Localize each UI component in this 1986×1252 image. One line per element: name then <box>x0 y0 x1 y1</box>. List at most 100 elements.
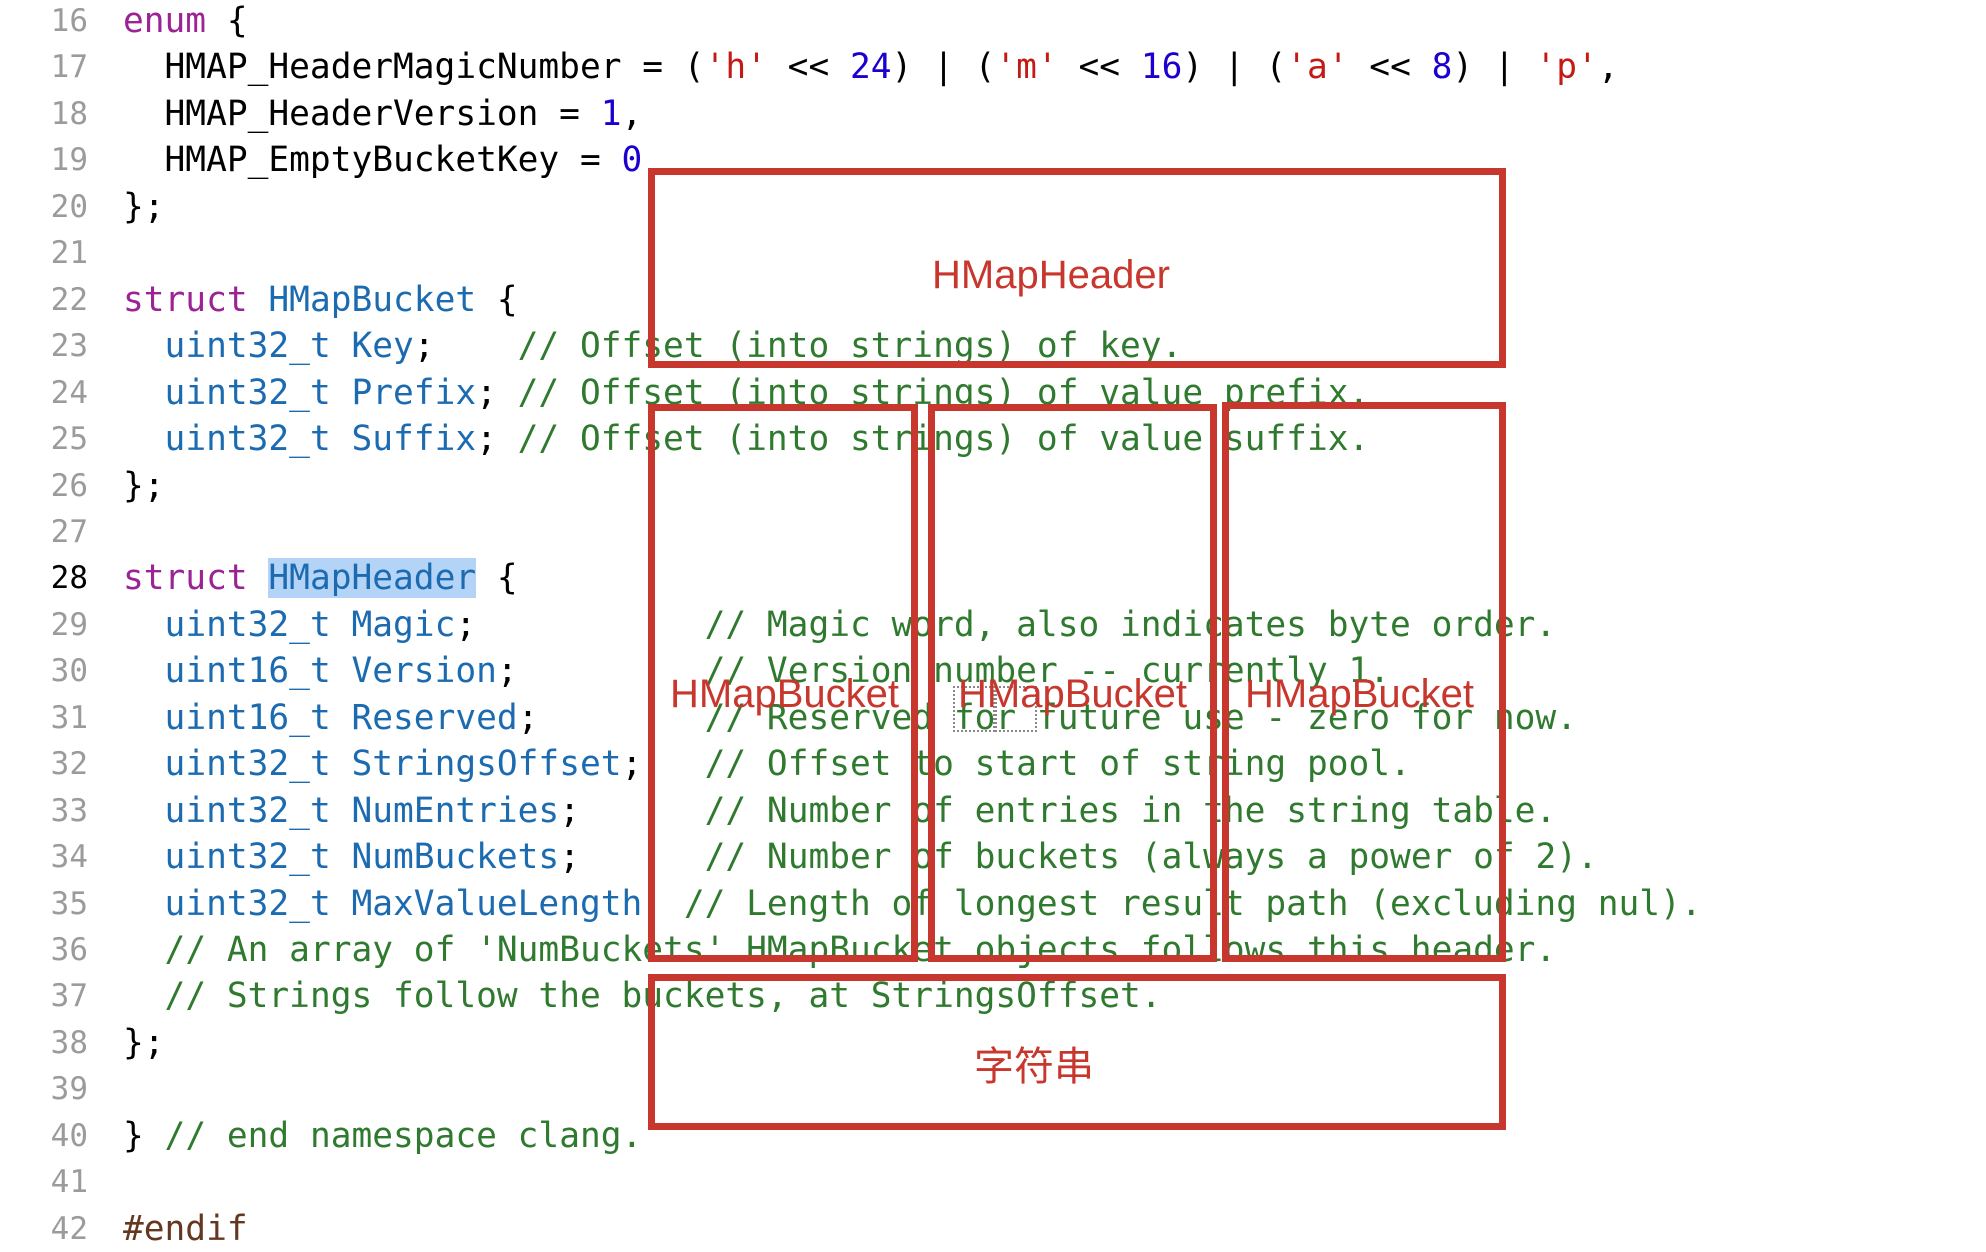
code-line[interactable]: 17 HMAP_HeaderMagicNumber = ('h' << 24) … <box>0 44 1986 90</box>
line-number: 33 <box>50 792 88 829</box>
code-line[interactable]: 42 #endif <box>0 1206 1986 1252</box>
code-token: ) | ( <box>1182 47 1287 88</box>
code-token: << <box>766 47 850 88</box>
code-token: HMAP_HeaderVersion = <box>123 93 601 134</box>
line-number: 28 <box>50 560 88 597</box>
code-token: uint32_t Key <box>164 326 414 367</box>
code-text[interactable]: } // end namespace clang. <box>123 1113 642 1159</box>
code-line[interactable]: 41 <box>0 1159 1986 1205</box>
code-token: 8 <box>1431 47 1453 88</box>
code-token: 0 <box>621 140 643 181</box>
code-token: HMapBucket <box>268 279 477 320</box>
code-token: ) | ( <box>891 47 996 88</box>
code-token: { <box>206 1 248 41</box>
code-token: { <box>476 279 518 320</box>
code-token: // end namespace clang. <box>164 1115 643 1156</box>
code-token: 'p' <box>1535 47 1598 88</box>
line-number: 35 <box>50 885 88 922</box>
line-number: 25 <box>50 421 88 458</box>
code-token: uint32_t Prefix <box>164 372 477 413</box>
strings-label: 字符串 <box>974 1045 1094 1089</box>
code-text[interactable]: enum { <box>123 0 248 44</box>
line-number: 17 <box>50 49 88 86</box>
code-text[interactable]: }; <box>123 184 165 230</box>
code-token: 'a' <box>1286 47 1349 88</box>
code-text[interactable]: struct HMapHeader { <box>123 555 518 601</box>
code-token: }; <box>123 1022 165 1063</box>
code-text[interactable]: HMAP_HeaderVersion = 1, <box>123 91 643 137</box>
code-token: uint32_t NumBuckets <box>164 837 560 878</box>
code-token: ; <box>476 419 518 460</box>
line-number: 26 <box>50 467 88 504</box>
code-token: 24 <box>850 47 892 88</box>
code-token: << <box>1348 47 1432 88</box>
line-number: 41 <box>50 1164 88 1201</box>
code-text[interactable]: HMAP_EmptyBucketKey = 0 <box>123 137 643 183</box>
code-token: struct <box>123 279 248 320</box>
code-token: { <box>476 558 518 599</box>
line-number: 39 <box>50 1071 88 1108</box>
line-number: 21 <box>50 235 88 272</box>
code-token: uint16_t Version <box>164 651 497 692</box>
line-number: 36 <box>50 932 88 968</box>
line-number: 34 <box>50 839 88 876</box>
code-text[interactable]: #endif <box>123 1206 248 1252</box>
line-number: 16 <box>50 3 88 39</box>
code-line[interactable]: 18 HMAP_HeaderVersion = 1, <box>0 91 1986 137</box>
code-token: 16 <box>1140 47 1183 88</box>
hmapbucket-label-1: HMapBucket <box>670 672 899 716</box>
code-token: 'm' <box>995 47 1058 88</box>
code-token: uint32_t Suffix <box>164 419 477 460</box>
line-number: 42 <box>50 1210 88 1247</box>
code-token: ; <box>413 326 518 367</box>
code-token: uint32_t StringsOffset <box>164 744 622 785</box>
code-token: HMAP_EmptyBucketKey = <box>123 140 622 181</box>
code-token: << <box>1057 47 1141 88</box>
selected-token: HMapHeader <box>268 558 477 599</box>
hmapheader-label: HMapHeader <box>932 253 1170 297</box>
code-token: 1 <box>600 93 622 134</box>
code-token: uint16_t Reserved <box>164 697 518 738</box>
line-number: 24 <box>50 374 88 411</box>
line-number: 37 <box>50 978 88 1015</box>
code-line[interactable]: 16 enum { <box>0 0 1986 44</box>
code-token: 'h' <box>704 47 767 88</box>
code-token: }; <box>123 465 165 506</box>
code-text[interactable]: }; <box>123 463 165 509</box>
code-token: uint32_t MaxValueLength <box>164 883 643 924</box>
line-number: 18 <box>50 95 88 132</box>
line-number: 19 <box>50 142 88 179</box>
code-token: enum <box>123 1 207 41</box>
line-number: 40 <box>50 1117 88 1154</box>
code-text[interactable]: HMAP_HeaderMagicNumber = ('h' << 24) | (… <box>123 44 1619 90</box>
code-token: ) | <box>1452 47 1536 88</box>
line-number: 27 <box>50 513 88 550</box>
code-text[interactable]: }; <box>123 1020 165 1066</box>
line-number: 30 <box>50 653 88 690</box>
code-token: struct <box>123 558 248 599</box>
line-number: 38 <box>50 1024 88 1061</box>
line-number: 23 <box>50 328 88 365</box>
line-number: 31 <box>50 699 88 736</box>
code-token: }; <box>123 186 165 227</box>
hmapbucket-label-3: HMapBucket <box>1245 672 1474 716</box>
code-token: ; <box>476 372 518 413</box>
line-number: 22 <box>50 281 88 318</box>
code-text[interactable]: struct HMapBucket { <box>123 277 518 323</box>
hmapbucket-label-2: HMapBucket <box>958 672 1187 716</box>
code-token: #endif <box>123 1208 248 1249</box>
code-token: , <box>621 93 643 134</box>
